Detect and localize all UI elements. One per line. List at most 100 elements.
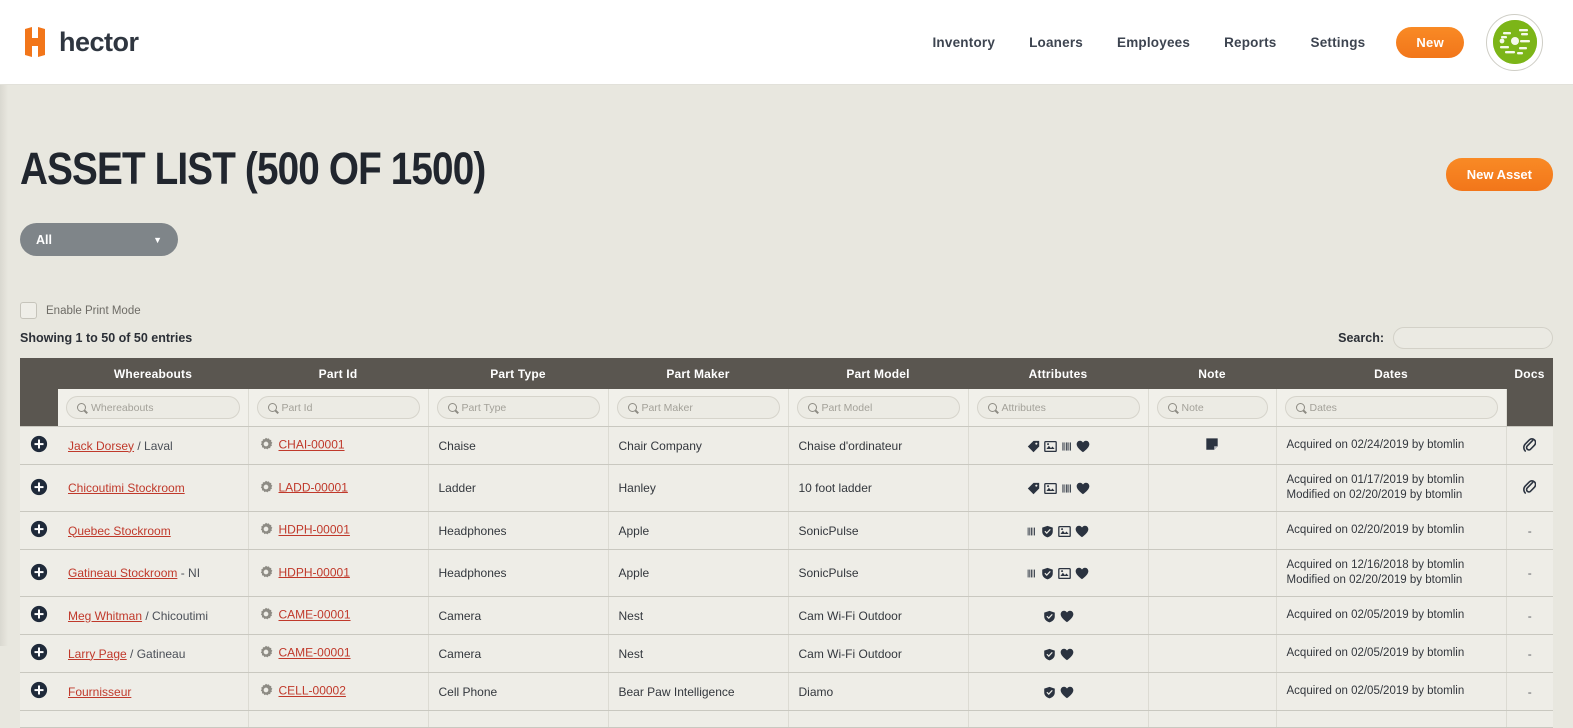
col-part-model[interactable]: Part Model [788, 358, 968, 389]
expand-row-button[interactable] [20, 673, 58, 711]
expand-row-button[interactable] [20, 635, 58, 673]
cell-whereabouts: Larry Page / Gatineau [58, 635, 248, 673]
col-dates[interactable]: Dates [1276, 358, 1506, 389]
no-docs-dash: - [1528, 685, 1532, 699]
cell-part-id: HDPH-00001 [248, 512, 428, 550]
part-id-link[interactable]: LADD-00001 [279, 480, 348, 494]
whereabouts-link[interactable]: Larry Page [68, 647, 127, 661]
expand-row-button[interactable] [20, 465, 58, 512]
table-row[interactable]: FournisseurCELL-00002Cell PhoneBear Paw … [20, 673, 1553, 711]
whereabouts-link[interactable]: Gatineau Stockroom [68, 566, 177, 580]
table-row[interactable]: Chicoutimi StockroomLADD-00001LadderHanl… [20, 465, 1553, 512]
nav-item-settings[interactable]: Settings [1294, 35, 1383, 50]
date-line: Modified on 02/20/2019 by btomlin [1287, 573, 1496, 588]
cell-docs: - [1506, 673, 1553, 711]
part-id-link[interactable]: HDPH-00001 [279, 523, 350, 537]
filter-part-model[interactable]: Part Model [797, 396, 960, 419]
expand-row-button[interactable] [20, 711, 58, 728]
filter-cell-part-type: Part Type [428, 389, 608, 427]
part-id-link[interactable]: CAME-00001 [279, 646, 351, 660]
filter-note-placeholder: Note [1182, 402, 1204, 414]
col-whereabouts[interactable]: Whereabouts [58, 358, 248, 389]
cell-part-id: LADD-00001 [248, 465, 428, 512]
nav-item-inventory[interactable]: Inventory [915, 35, 1012, 50]
filter-part-type[interactable]: Part Type [437, 396, 600, 419]
table-row[interactable]: Jack Dorsey / LavalCHAI-00001ChaiseChair… [20, 427, 1553, 465]
filter-dates-placeholder: Dates [1310, 402, 1337, 414]
col-docs[interactable]: Docs [1506, 358, 1553, 389]
user-avatar-button[interactable] [1486, 14, 1543, 71]
cell-part-model: SonicPulse [788, 550, 968, 597]
note-icon [1205, 437, 1219, 451]
cell-part-model: Cam Wi-Fi Outdoor [788, 597, 968, 635]
page-header-row: ASSET LIST (500 OF 1500) New Asset [20, 85, 1553, 195]
filter-dates[interactable]: Dates [1285, 396, 1498, 419]
nav-item-reports[interactable]: Reports [1207, 35, 1293, 50]
search-icon [1296, 403, 1305, 412]
new-button[interactable]: New [1396, 27, 1464, 58]
gear-icon [259, 565, 273, 579]
whereabouts-link[interactable]: Meg Whitman [68, 609, 142, 623]
col-attributes[interactable]: Attributes [968, 358, 1148, 389]
whereabouts-link[interactable]: Jack Dorsey [68, 439, 134, 453]
plus-circle-icon[interactable] [30, 478, 48, 496]
scope-filter-dropdown[interactable]: All ▼ [20, 223, 178, 256]
plus-circle-icon[interactable] [30, 435, 48, 453]
table-row[interactable]: Gatineau Stockroom - NIHDPH-00001Headpho… [20, 550, 1553, 597]
plus-circle-icon[interactable] [30, 563, 48, 581]
table-row[interactable]: Quebec StockroomHDPH-00001HeadphonesAppl… [20, 512, 1553, 550]
no-docs-dash: - [1528, 609, 1532, 623]
col-part-type[interactable]: Part Type [428, 358, 608, 389]
filter-attributes[interactable]: Attributes [977, 396, 1140, 419]
avatar [1493, 20, 1537, 64]
part-id-link[interactable]: CAME-00001 [279, 608, 351, 622]
cell-note [1148, 673, 1276, 711]
part-id-link[interactable]: HDPH-00001 [279, 565, 350, 579]
plus-circle-icon[interactable] [30, 520, 48, 538]
date-line: Acquired on 02/05/2019 by btomlin [1287, 684, 1496, 699]
barcode-small-icon [1027, 526, 1037, 537]
cell-part-id: HDPH-00001 [248, 550, 428, 597]
expand-row-button[interactable] [20, 512, 58, 550]
cell-part-type [428, 711, 608, 728]
search-input[interactable] [1393, 327, 1553, 349]
expand-row-button[interactable] [20, 427, 58, 465]
table-row[interactable] [20, 711, 1553, 728]
nav-item-employees[interactable]: Employees [1100, 35, 1207, 50]
nav-item-loaners[interactable]: Loaners [1012, 35, 1100, 50]
cell-part-maker: Nest [608, 635, 788, 673]
col-part-maker[interactable]: Part Maker [608, 358, 788, 389]
cell-docs [1506, 465, 1553, 512]
table-meta-row: Showing 1 to 50 of 50 entries Search: [20, 327, 1553, 349]
brand-logo[interactable]: hector [22, 27, 139, 58]
cell-part-type: Camera [428, 635, 608, 673]
filter-cell-docs [1506, 389, 1553, 427]
filter-whereabouts[interactable]: Whereabouts [66, 396, 240, 419]
gear-icon [259, 607, 273, 621]
cell-part-model: Chaise d'ordinateur [788, 427, 968, 465]
part-id-link[interactable]: CELL-00002 [279, 684, 346, 698]
expand-row-button[interactable] [20, 597, 58, 635]
whereabouts-link[interactable]: Fournisseur [68, 685, 131, 699]
plus-circle-icon[interactable] [30, 605, 48, 623]
cell-dates: Acquired on 02/20/2019 by btomlin [1276, 512, 1506, 550]
print-mode-row: Enable Print Mode [20, 302, 1553, 319]
filter-part-maker[interactable]: Part Maker [617, 396, 780, 419]
filter-note[interactable]: Note [1157, 396, 1268, 419]
col-part-id[interactable]: Part Id [248, 358, 428, 389]
filter-part-id[interactable]: Part Id [257, 396, 420, 419]
search-icon [448, 403, 457, 412]
table-row[interactable]: Larry Page / Gatineau CAME-00001 CameraNes… [20, 635, 1553, 673]
enable-print-mode-checkbox[interactable] [20, 302, 37, 319]
part-id-link[interactable]: CHAI-00001 [279, 438, 345, 452]
whereabouts-link[interactable]: Quebec Stockroom [68, 524, 171, 538]
date-line: Acquired on 02/05/2019 by btomlin [1287, 608, 1496, 623]
plus-circle-icon[interactable] [30, 681, 48, 699]
col-note[interactable]: Note [1148, 358, 1276, 389]
heart-icon [1060, 648, 1074, 661]
new-asset-button[interactable]: New Asset [1446, 158, 1553, 191]
cell-part-maker [608, 711, 788, 728]
expand-row-button[interactable] [20, 550, 58, 597]
whereabouts-link[interactable]: Chicoutimi Stockroom [68, 481, 185, 495]
table-row[interactable]: Meg Whitman / ChicoutimiCAME-00001Camera… [20, 597, 1553, 635]
